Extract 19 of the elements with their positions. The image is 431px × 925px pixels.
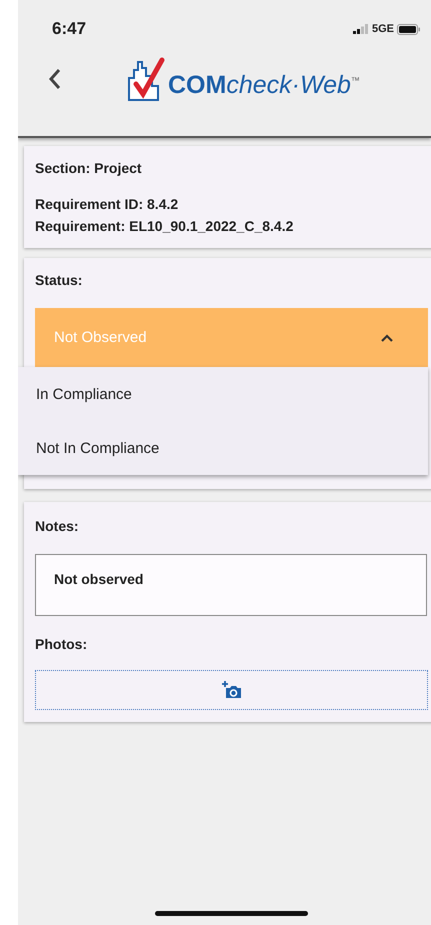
notes-field[interactable]: Not observed bbox=[35, 554, 427, 616]
status-time: 6:47 bbox=[52, 19, 86, 39]
photos-label: Photos: bbox=[35, 636, 88, 652]
dropdown-option[interactable]: Not In Compliance bbox=[18, 421, 428, 475]
status-label: Status: bbox=[35, 272, 84, 288]
dropdown-option[interactable]: In Compliance bbox=[18, 367, 428, 421]
network-label: 5GE bbox=[372, 23, 394, 35]
requirement-id: Requirement ID: 8.4.2 bbox=[35, 196, 180, 212]
battery-icon bbox=[397, 24, 421, 34]
section-label: Section: Project bbox=[35, 160, 143, 176]
add-camera-icon bbox=[222, 681, 242, 699]
notes-label: Notes: bbox=[35, 518, 80, 534]
add-photo-button[interactable] bbox=[35, 670, 428, 710]
chevron-icon bbox=[380, 333, 394, 342]
building-check-icon bbox=[126, 56, 166, 102]
signal-icon bbox=[352, 24, 369, 34]
requirement-code: Requirement: EL10_90.1_2022_C_8.4.2 bbox=[35, 218, 294, 234]
chevron-left-icon bbox=[48, 68, 62, 90]
logo-text: COMcheck·Web$^{™}$ bbox=[168, 71, 360, 101]
